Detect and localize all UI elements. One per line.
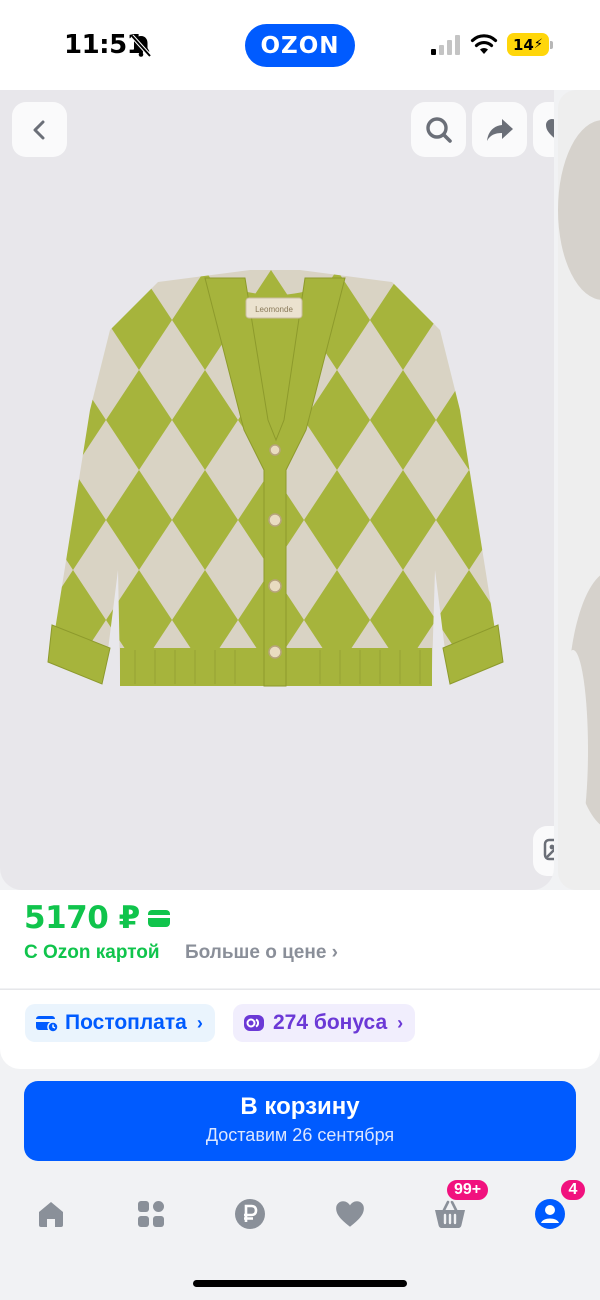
favorite-button[interactable]	[533, 102, 554, 157]
price: 5170 ₽	[24, 900, 170, 936]
price-amount: 5170 ₽	[24, 900, 140, 936]
bonus-label: 274 бонуса	[273, 1011, 388, 1034]
battery-indicator: 14 ⚡	[507, 33, 549, 56]
product-screen: 11:51 OZON 14 ⚡ Leomonde 5170 ₽ С Ozon к…	[0, 0, 600, 1300]
nav-catalog[interactable]	[131, 1194, 171, 1234]
preview-shape	[558, 120, 600, 300]
nav-finance[interactable]	[230, 1194, 270, 1234]
nav-home[interactable]	[31, 1194, 71, 1234]
next-image-preview[interactable]	[558, 90, 600, 890]
ozon-logo: OZON	[245, 24, 355, 67]
share-icon	[486, 118, 513, 141]
bonus-badge[interactable]: 274 бонуса ›	[233, 1004, 416, 1042]
battery-level: 14	[512, 35, 534, 54]
chevron-right-icon: ›	[196, 1012, 203, 1033]
back-button[interactable]	[12, 102, 67, 157]
cart-count-badge: 99+	[445, 1178, 491, 1202]
battery-cap	[550, 41, 553, 49]
product-gallery[interactable]: Leomonde	[0, 90, 554, 890]
wifi-icon	[470, 34, 498, 54]
price-details-link[interactable]: Больше о цене ›	[185, 942, 338, 964]
add-to-cart-label: В корзину	[240, 1093, 360, 1120]
wallet-icon	[36, 1016, 59, 1033]
charging-icon: ⚡	[533, 37, 543, 52]
home-indicator	[193, 1280, 407, 1287]
bell-muted-icon	[130, 34, 152, 58]
product-tag-text: Leomonde	[255, 305, 293, 314]
share-button[interactable]	[472, 102, 527, 157]
card-icon	[147, 909, 170, 927]
ruble-icon	[235, 1199, 265, 1229]
signal-icon	[431, 35, 460, 55]
image-search-icon	[543, 838, 554, 861]
heart-icon	[336, 1201, 364, 1227]
chevron-right-icon: ›	[397, 1012, 404, 1033]
bonus-icon	[244, 1015, 264, 1031]
profile-notification-badge: 4	[559, 1178, 587, 1202]
postpay-badge[interactable]: Постоплата ›	[25, 1004, 215, 1042]
preview-shape	[558, 650, 588, 850]
status-bar: 11:51 OZON 14 ⚡	[0, 0, 600, 90]
basket-icon	[435, 1200, 465, 1228]
price-section: 5170 ₽ С Ozon картой Больше о цене ›	[0, 890, 600, 988]
payment-badges: Постоплата › 274 бонуса ›	[0, 989, 600, 1069]
profile-icon	[535, 1199, 565, 1229]
ozon-card-label: С Ozon картой	[24, 942, 160, 963]
chevron-left-icon	[33, 120, 44, 139]
home-icon	[39, 1202, 63, 1227]
heart-icon	[546, 118, 554, 138]
add-to-cart-button[interactable]: В корзину Доставим 26 сентября	[24, 1081, 576, 1161]
nav-favorites[interactable]	[330, 1194, 370, 1234]
postpay-label: Постоплата	[65, 1011, 187, 1034]
catalog-icon	[138, 1201, 164, 1227]
delivery-date: Доставим 26 сентября	[205, 1125, 395, 1145]
search-icon	[425, 116, 452, 143]
visual-search-button[interactable]	[533, 826, 554, 876]
search-button[interactable]	[411, 102, 466, 157]
product-image[interactable]: Leomonde	[40, 270, 510, 690]
